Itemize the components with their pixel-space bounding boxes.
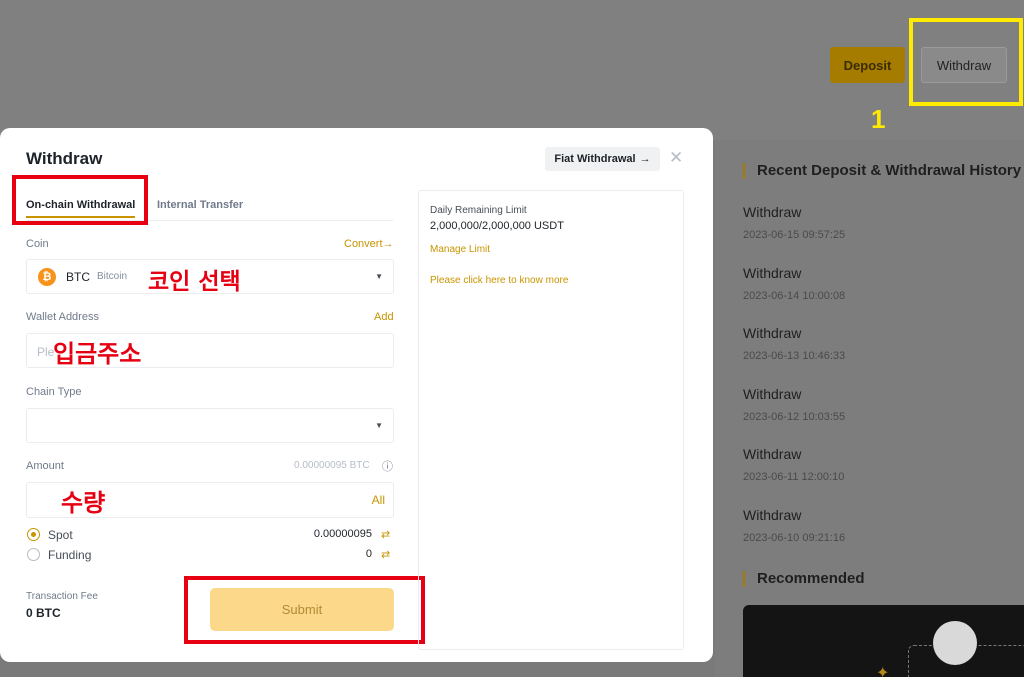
- history-item-label: Withdraw: [743, 507, 802, 523]
- history-item-time: 2023-06-12 10:03:55: [743, 411, 846, 423]
- spot-label: Spot: [48, 528, 73, 542]
- history-item-time: 2023-06-14 10:00:08: [743, 290, 846, 302]
- available-balance: 0.00000095 BTC: [294, 460, 370, 471]
- limit-info-panel: Daily Remaining Limit 2,000,000/2,000,00…: [418, 190, 684, 650]
- history-item[interactable]: Withdraw 2023-06-14 10:00:08: [743, 265, 845, 302]
- arrow-right-icon: →: [639, 153, 651, 165]
- coin-name: Bitcoin: [97, 271, 128, 282]
- all-amount-button[interactable]: All: [372, 493, 385, 507]
- deposit-button[interactable]: Deposit: [830, 47, 905, 83]
- wallet-address-annotation: 입금주소: [53, 340, 142, 368]
- highlight-box-withdraw: [909, 18, 1023, 106]
- banner-illustration: [933, 621, 977, 665]
- chain-type-select[interactable]: ▼: [26, 408, 394, 443]
- history-item[interactable]: Withdraw 2023-06-13 10:46:33: [743, 325, 845, 362]
- amount-annotation: 수량: [61, 489, 106, 517]
- convert-label: Convert: [344, 238, 383, 250]
- transfer-icon[interactable]: ⇄: [381, 548, 390, 561]
- dropdown-caret-icon: ▼: [375, 272, 383, 281]
- help-icon[interactable]: ⓘ: [382, 458, 393, 474]
- highlight-box-submit: [184, 576, 425, 644]
- know-more-link[interactable]: Please click here to know more: [430, 275, 568, 286]
- close-icon[interactable]: ✕: [669, 148, 683, 168]
- history-item-time: 2023-06-10 09:21:16: [743, 532, 846, 544]
- funding-radio[interactable]: [27, 548, 40, 561]
- history-item[interactable]: Withdraw 2023-06-15 09:57:25: [743, 204, 845, 241]
- daily-limit-value: 2,000,000/2,000,000 USDT: [430, 220, 564, 232]
- history-item-label: Withdraw: [743, 446, 802, 462]
- funding-balance: 0: [365, 548, 372, 560]
- coin-symbol: BTC: [66, 270, 90, 284]
- add-address-link[interactable]: Add: [374, 311, 394, 323]
- spot-balance: 0.00000095: [313, 528, 372, 540]
- bitcoin-icon: ₿: [38, 268, 56, 286]
- history-item-label: Withdraw: [743, 204, 802, 220]
- history-item-time: 2023-06-13 10:46:33: [743, 350, 846, 362]
- arrow-right-icon: →: [382, 238, 394, 250]
- fiat-withdrawal-label: Fiat Withdrawal: [554, 153, 636, 165]
- coin-select-annotation: 코인 선택: [148, 269, 241, 295]
- funding-label: Funding: [48, 548, 92, 562]
- spot-radio[interactable]: [27, 528, 40, 541]
- modal-title: Withdraw: [26, 149, 103, 168]
- coin-label: Coin: [26, 238, 49, 250]
- history-item[interactable]: Withdraw 2023-06-11 12:00:10: [743, 446, 844, 483]
- withdraw-modal: Withdraw Fiat Withdrawal → ✕ On-chain Wi…: [0, 128, 713, 662]
- fiat-withdrawal-button[interactable]: Fiat Withdrawal →: [545, 147, 660, 171]
- transaction-fee-label: Transaction Fee: [26, 591, 98, 602]
- step-number-annotation: 1: [871, 104, 886, 134]
- wallet-address-placeholder: Ple: [37, 345, 55, 359]
- convert-link[interactable]: Convert→: [344, 238, 394, 250]
- tab-internal-transfer[interactable]: Internal Transfer: [157, 199, 243, 211]
- recommended-banner[interactable]: ✦: [743, 605, 1024, 677]
- wallet-address-label: Wallet Address: [26, 311, 99, 323]
- history-item-label: Withdraw: [743, 386, 802, 402]
- history-item-label: Withdraw: [743, 265, 802, 281]
- highlight-box-tab: [12, 175, 148, 225]
- history-item[interactable]: Withdraw 2023-06-10 09:21:16: [743, 507, 845, 544]
- history-item-time: 2023-06-15 09:57:25: [743, 229, 846, 241]
- chain-type-label: Chain Type: [26, 386, 82, 398]
- recommended-title: Recommended: [743, 571, 865, 587]
- history-item[interactable]: Withdraw 2023-06-12 10:03:55: [743, 386, 845, 423]
- history-title: Recent Deposit & Withdrawal History: [743, 163, 1021, 179]
- transfer-icon[interactable]: ⇄: [381, 528, 390, 541]
- amount-label: Amount: [26, 460, 64, 472]
- daily-limit-label: Daily Remaining Limit: [430, 205, 527, 216]
- star-icon: ✦: [876, 665, 890, 677]
- manage-limit-link[interactable]: Manage Limit: [430, 244, 490, 255]
- transaction-fee-value: 0 BTC: [26, 606, 61, 620]
- history-item-time: 2023-06-11 12:00:10: [743, 471, 845, 483]
- history-item-label: Withdraw: [743, 325, 802, 341]
- dropdown-caret-icon: ▼: [375, 421, 383, 430]
